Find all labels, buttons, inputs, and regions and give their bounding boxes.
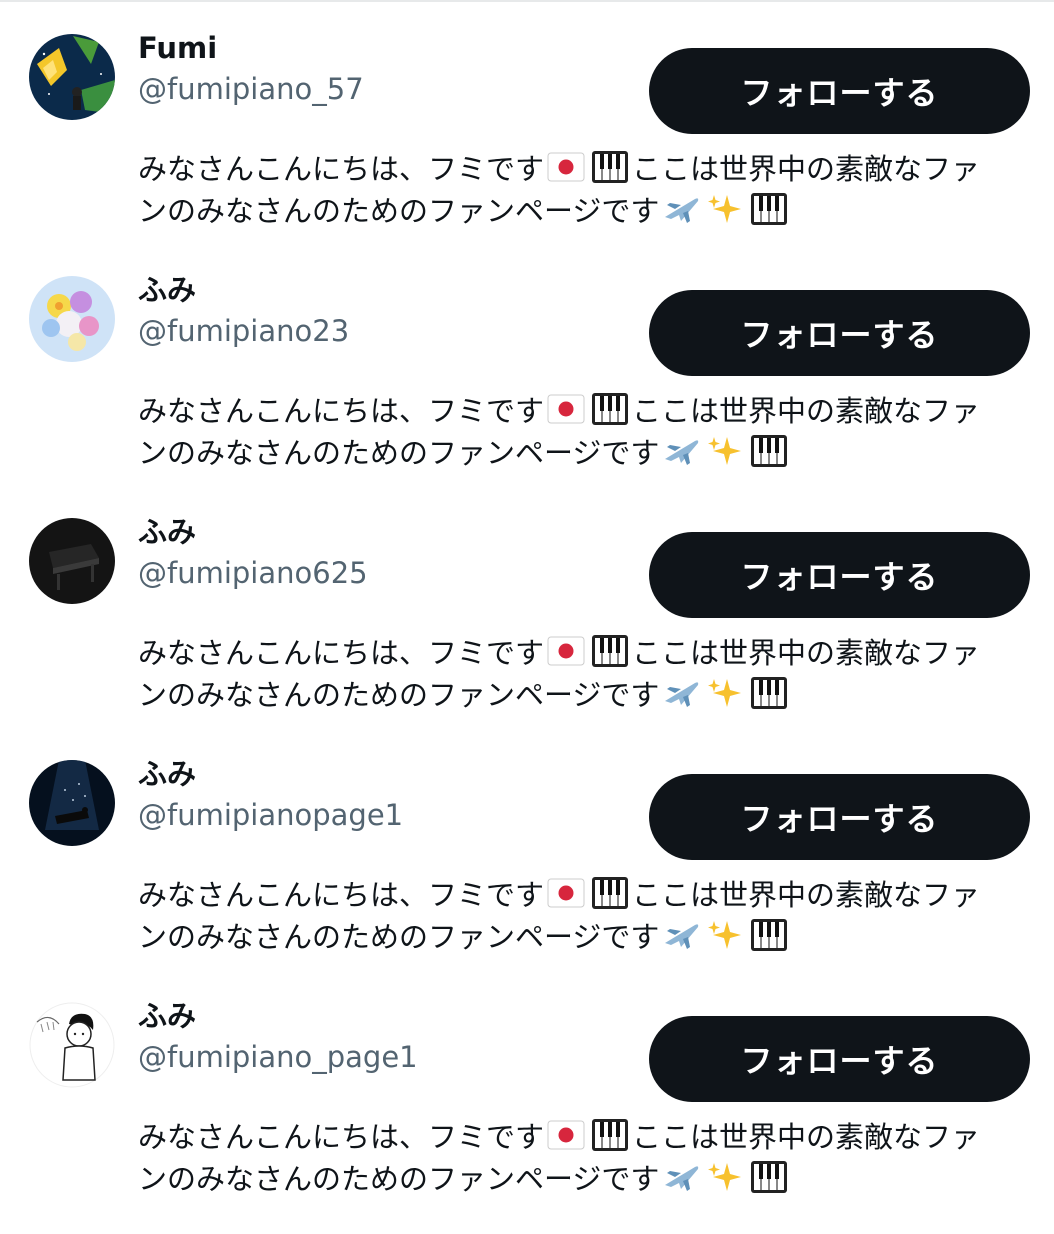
japan-flag-icon <box>546 391 586 427</box>
display-name[interactable]: Fumi <box>138 30 217 66</box>
piano-keys-icon <box>590 391 630 427</box>
bio-line: ンのみなさんのためのファンページです <box>138 432 1018 474</box>
bio-text: みなさんこんにちは、フミです <box>138 394 545 428</box>
bio-text: ここは世界中の素敵なファ <box>632 636 981 670</box>
bio-text: みなさんこんにちは、フミです <box>138 1120 545 1154</box>
sparkles-icon <box>705 917 745 953</box>
user-cell[interactable]: Fumi @fumipiano_57 フォローする みなさんこんにちは、フミです… <box>0 24 1054 266</box>
airplane-icon <box>661 433 701 469</box>
user-cell[interactable]: ふみ @fumipianopage1 フォローする みなさんこんにちは、フミです… <box>0 750 1054 992</box>
bio-line: みなさんこんにちは、フミです ここは世界中の素敵なファ <box>138 148 1018 190</box>
sparkles-icon <box>705 675 745 711</box>
bio-text: ンのみなさんのためのファンページです <box>138 1162 660 1196</box>
avatar[interactable] <box>29 760 115 846</box>
piano-keys-icon <box>590 875 630 911</box>
piano-keys-icon <box>749 191 789 227</box>
piano-keys-icon <box>749 1159 789 1195</box>
user-cell[interactable]: ふみ @fumipiano625 フォローする みなさんこんにちは、フミです ここ… <box>0 508 1054 750</box>
piano-keys-icon <box>749 917 789 953</box>
bio-text: ここは世界中の素敵なファ <box>632 394 981 428</box>
display-name[interactable]: ふみ <box>138 998 196 1034</box>
airplane-icon <box>661 675 701 711</box>
bio-line: ンのみなさんのためのファンページです <box>138 190 1018 232</box>
user-bio: みなさんこんにちは、フミです ここは世界中の素敵なファ ンのみなさんのためのファン… <box>138 1116 1018 1200</box>
display-name[interactable]: ふみ <box>138 272 196 308</box>
user-bio: みなさんこんにちは、フミです ここは世界中の素敵なファ ンのみなさんのためのファン… <box>138 148 1018 232</box>
user-bio: みなさんこんにちは、フミです ここは世界中の素敵なファ ンのみなさんのためのファン… <box>138 874 1018 958</box>
follow-button[interactable]: フォローする <box>649 48 1030 134</box>
bio-line: みなさんこんにちは、フミです ここは世界中の素敵なファ <box>138 874 1018 916</box>
bio-text: ンのみなさんのためのファンページです <box>138 920 660 954</box>
follow-button[interactable]: フォローする <box>649 774 1030 860</box>
bio-text: みなさんこんにちは、フミです <box>138 636 545 670</box>
bio-text: ここは世界中の素敵なファ <box>632 1120 981 1154</box>
display-name[interactable]: ふみ <box>138 756 196 792</box>
follow-button[interactable]: フォローする <box>649 532 1030 618</box>
user-handle[interactable]: @fumipiano23 <box>138 313 349 349</box>
follow-button[interactable]: フォローする <box>649 290 1030 376</box>
airplane-icon <box>661 1159 701 1195</box>
bio-text: ここは世界中の素敵なファ <box>632 152 981 186</box>
user-bio: みなさんこんにちは、フミです ここは世界中の素敵なファ ンのみなさんのためのファン… <box>138 632 1018 716</box>
japan-flag-icon <box>546 149 586 185</box>
display-name[interactable]: ふみ <box>138 514 196 550</box>
follow-button[interactable]: フォローする <box>649 1016 1030 1102</box>
sparkles-icon <box>705 433 745 469</box>
sparkles-icon <box>705 191 745 227</box>
bio-line: ンのみなさんのためのファンページです <box>138 916 1018 958</box>
user-handle[interactable]: @fumipiano625 <box>138 555 368 591</box>
bio-text: ンのみなさんのためのファンページです <box>138 678 660 712</box>
sparkles-icon <box>705 1159 745 1195</box>
bio-text: みなさんこんにちは、フミです <box>138 878 545 912</box>
avatar[interactable] <box>29 518 115 604</box>
japan-flag-icon <box>546 875 586 911</box>
bio-line: ンのみなさんのためのファンページです <box>138 1158 1018 1200</box>
user-handle[interactable]: @fumipianopage1 <box>138 797 403 833</box>
piano-keys-icon <box>749 675 789 711</box>
piano-keys-icon <box>749 433 789 469</box>
user-handle[interactable]: @fumipiano_page1 <box>138 1039 418 1075</box>
bio-line: みなさんこんにちは、フミです ここは世界中の素敵なファ <box>138 390 1018 432</box>
avatar[interactable] <box>29 34 115 120</box>
airplane-icon <box>661 917 701 953</box>
user-cell[interactable]: ふみ @fumipiano23 フォローする みなさんこんにちは、フミです ここは… <box>0 266 1054 508</box>
user-bio: みなさんこんにちは、フミです ここは世界中の素敵なファ ンのみなさんのためのファン… <box>138 390 1018 474</box>
bio-text: ここは世界中の素敵なファ <box>632 878 981 912</box>
japan-flag-icon <box>546 633 586 669</box>
bio-line: みなさんこんにちは、フミです ここは世界中の素敵なファ <box>138 632 1018 674</box>
avatar[interactable] <box>29 276 115 362</box>
avatar[interactable] <box>29 1002 115 1088</box>
user-handle[interactable]: @fumipiano_57 <box>138 71 364 107</box>
japan-flag-icon <box>546 1117 586 1153</box>
user-suggestion-list: Fumi @fumipiano_57 フォローする みなさんこんにちは、フミです… <box>0 0 1054 1200</box>
bio-line: ンのみなさんのためのファンページです <box>138 674 1018 716</box>
piano-keys-icon <box>590 633 630 669</box>
airplane-icon <box>661 191 701 227</box>
piano-keys-icon <box>590 149 630 185</box>
user-cell[interactable]: ふみ @fumipiano_page1 フォローする みなさんこんにちは、フミで… <box>0 992 1054 1234</box>
bio-text: みなさんこんにちは、フミです <box>138 152 545 186</box>
bio-text: ンのみなさんのためのファンページです <box>138 194 660 228</box>
bio-text: ンのみなさんのためのファンページです <box>138 436 660 470</box>
bio-line: みなさんこんにちは、フミです ここは世界中の素敵なファ <box>138 1116 1018 1158</box>
piano-keys-icon <box>590 1117 630 1153</box>
